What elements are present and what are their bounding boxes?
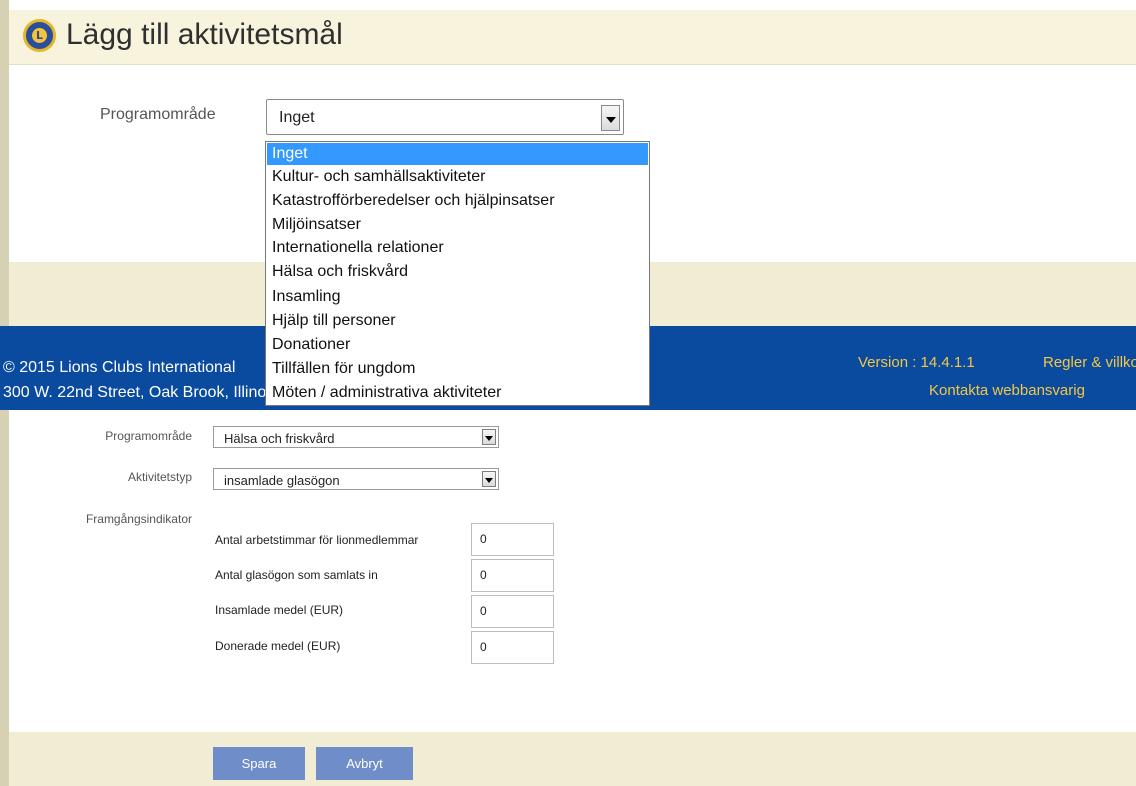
dropdown-option[interactable]: Hälsa och friskvård bbox=[267, 261, 648, 283]
save-button[interactable]: Spara bbox=[213, 747, 305, 780]
lions-logo-icon: L bbox=[23, 19, 56, 52]
program-select-top[interactable]: Inget bbox=[266, 99, 624, 135]
logo-letter: L bbox=[32, 28, 47, 43]
success-indicator-label: Framgångsindikator bbox=[85, 512, 192, 526]
cancel-button[interactable]: Avbryt bbox=[316, 747, 413, 780]
page-title: Lägg till aktivitetsmål bbox=[66, 18, 343, 51]
dropdown-option[interactable]: Tillfällen för ungdom bbox=[267, 358, 648, 380]
indicator-label: Donerade medel (EUR) bbox=[215, 639, 341, 653]
dropdown-option[interactable]: Miljöinsatser bbox=[267, 214, 648, 236]
indicator-input[interactable]: 0 bbox=[471, 559, 554, 592]
dropdown-option[interactable]: Internationella relationer bbox=[267, 237, 648, 259]
program-select-value: Inget bbox=[279, 109, 315, 126]
program-select-value: Hälsa och friskvård bbox=[224, 431, 335, 446]
indicator-label: Antal arbetstimmar för lionmedlemmar bbox=[215, 533, 419, 547]
dropdown-option[interactable]: Kultur- och samhällsaktiviteter bbox=[267, 166, 648, 188]
dropdown-option[interactable]: Donationer bbox=[267, 334, 648, 356]
contact-webmaster-link[interactable]: Kontakta webbansvarig bbox=[929, 382, 1085, 399]
copyright-text: © 2015 Lions Clubs International bbox=[3, 359, 236, 376]
dropdown-option[interactable]: Inget bbox=[267, 143, 648, 165]
page: L Lägg till aktivitetsmål Programområde … bbox=[0, 0, 1136, 786]
page-header: L Lägg till aktivitetsmål bbox=[9, 10, 1136, 65]
version-text: Version : 14.4.1.1 bbox=[858, 354, 975, 371]
indicator-label: Insamlade medel (EUR) bbox=[215, 603, 344, 617]
dropdown-option[interactable]: Katastrofförberedelser och hjälpinsatser bbox=[267, 190, 648, 212]
activity-type-select[interactable]: insamlade glasögon bbox=[213, 468, 499, 490]
program-label-top: Programområde bbox=[100, 106, 216, 123]
indicator-label: Antal glasögon som samlats in bbox=[215, 568, 378, 582]
indicator-input[interactable]: 0 bbox=[471, 631, 554, 664]
chevron-down-icon[interactable] bbox=[482, 429, 496, 445]
dropdown-option[interactable]: Insamling bbox=[267, 286, 648, 308]
dropdown-option[interactable]: Hjälp till personer bbox=[267, 310, 648, 332]
terms-link[interactable]: Regler & villkor bbox=[1043, 354, 1136, 371]
chevron-down-icon[interactable] bbox=[601, 105, 620, 131]
form-button-band bbox=[9, 732, 1136, 786]
indicator-input[interactable]: 0 bbox=[471, 523, 554, 556]
activity-type-value: insamlade glasögon bbox=[224, 473, 340, 488]
program-select[interactable]: Hälsa och friskvård bbox=[213, 426, 499, 448]
chevron-down-icon[interactable] bbox=[482, 471, 496, 487]
dropdown-option[interactable]: Möten / administrativa aktiviteter bbox=[267, 382, 648, 404]
indicator-input[interactable]: 0 bbox=[471, 595, 554, 628]
program-dropdown-list: Inget Kultur- och samhällsaktiviteter Ka… bbox=[265, 141, 650, 406]
activity-type-label: Aktivitetstyp bbox=[127, 470, 192, 484]
address-text: 300 W. 22nd Street, Oak Brook, Illinois bbox=[3, 384, 278, 401]
program-label: Programområde bbox=[105, 429, 192, 443]
